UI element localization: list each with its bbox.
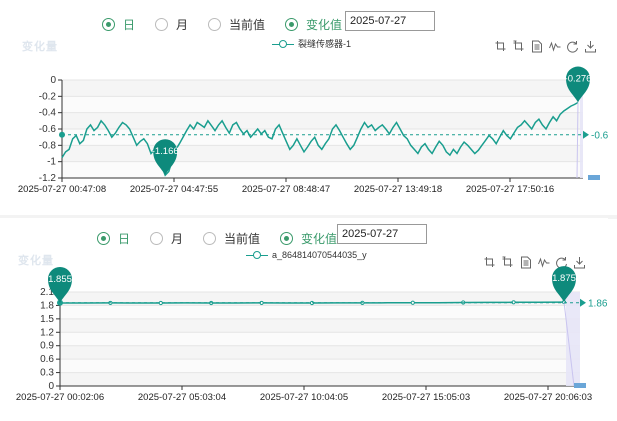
y-tick-label: -1 <box>47 157 56 168</box>
grid-band <box>62 96 583 113</box>
x-tick-label: 2025-07-27 10:04:05 <box>260 392 348 403</box>
mark-line-label: -0.67 <box>591 131 608 142</box>
x-tick-label: 2025-07-27 17:50:16 <box>466 184 554 195</box>
y-tick-label: 0.9 <box>40 341 54 352</box>
y-tick-label: -0.8 <box>39 140 57 151</box>
grid-band <box>60 359 580 373</box>
y-tick-label: 0.3 <box>40 368 54 379</box>
grid-band <box>62 161 583 178</box>
max-mark-label: 1.875 <box>552 273 576 284</box>
y-tick-label: 0.6 <box>40 354 54 365</box>
grid-band <box>60 332 580 346</box>
min-mark-label: 1.855 <box>48 274 72 285</box>
grid-band <box>60 345 580 360</box>
y-tick-label: 0 <box>50 75 56 86</box>
x-tick-label: 2025-07-27 08:48:47 <box>242 184 330 195</box>
x-tick-label: 2025-07-27 13:49:18 <box>354 184 442 195</box>
mark-line-arrow <box>583 130 589 139</box>
bottom-chart-panel: 日 月 当前值 变化值 变化量 a_864814070544035_y 2.11… <box>0 218 608 421</box>
grid-band <box>62 80 583 97</box>
grid-band <box>60 318 580 333</box>
min-mark-label: -1.166 <box>152 146 179 157</box>
x-tick-label: 2025-07-27 20:06:03 <box>504 392 592 403</box>
top-chart-panel: 日 月 当前值 变化值 变化量 裂缝传感器-1 0-0.2-0.4-0.6-0.… <box>0 0 608 215</box>
y-tick-label: -0.2 <box>39 91 57 102</box>
x-tick-label: 2025-07-27 00:02:06 <box>16 392 104 403</box>
x-tick-label: 2025-07-27 00:47:08 <box>18 184 106 195</box>
y-tick-label: 1.5 <box>40 314 54 325</box>
x-tick-label: 2025-07-27 04:47:55 <box>130 184 218 195</box>
zoom-handle <box>588 175 600 180</box>
grid-band <box>60 305 580 319</box>
y-tick-label: 1.8 <box>40 300 54 311</box>
x-tick-label: 2025-07-27 05:03:04 <box>138 392 226 403</box>
zoom-handle <box>574 383 586 388</box>
series-point <box>158 300 163 306</box>
grid-band <box>62 112 583 129</box>
mark-line-arrow <box>580 298 586 307</box>
y-tick-label: -0.4 <box>39 108 57 119</box>
max-mark-label: -0.276 <box>565 74 592 85</box>
mark-line-label: 1.86 <box>588 299 608 310</box>
y-tick-label: -0.6 <box>39 124 57 135</box>
bottom-line-chart: 2.11.81.51.20.90.60.302025-07-27 00:02:0… <box>16 266 608 403</box>
top-line-chart: 0 -0.2 -0.4 -0.6 -0.8 -1 -1.22025-07-27 00:47:… <box>18 66 608 195</box>
series-point <box>410 300 415 305</box>
grid-band <box>60 372 580 386</box>
y-tick-label: 1.2 <box>40 327 54 338</box>
grid-band <box>62 129 583 146</box>
y-tick-label: -1.2 <box>39 173 57 184</box>
y-tick-label: 0 <box>48 381 54 392</box>
x-tick-label: 2025-07-27 15:05:03 <box>382 392 470 403</box>
